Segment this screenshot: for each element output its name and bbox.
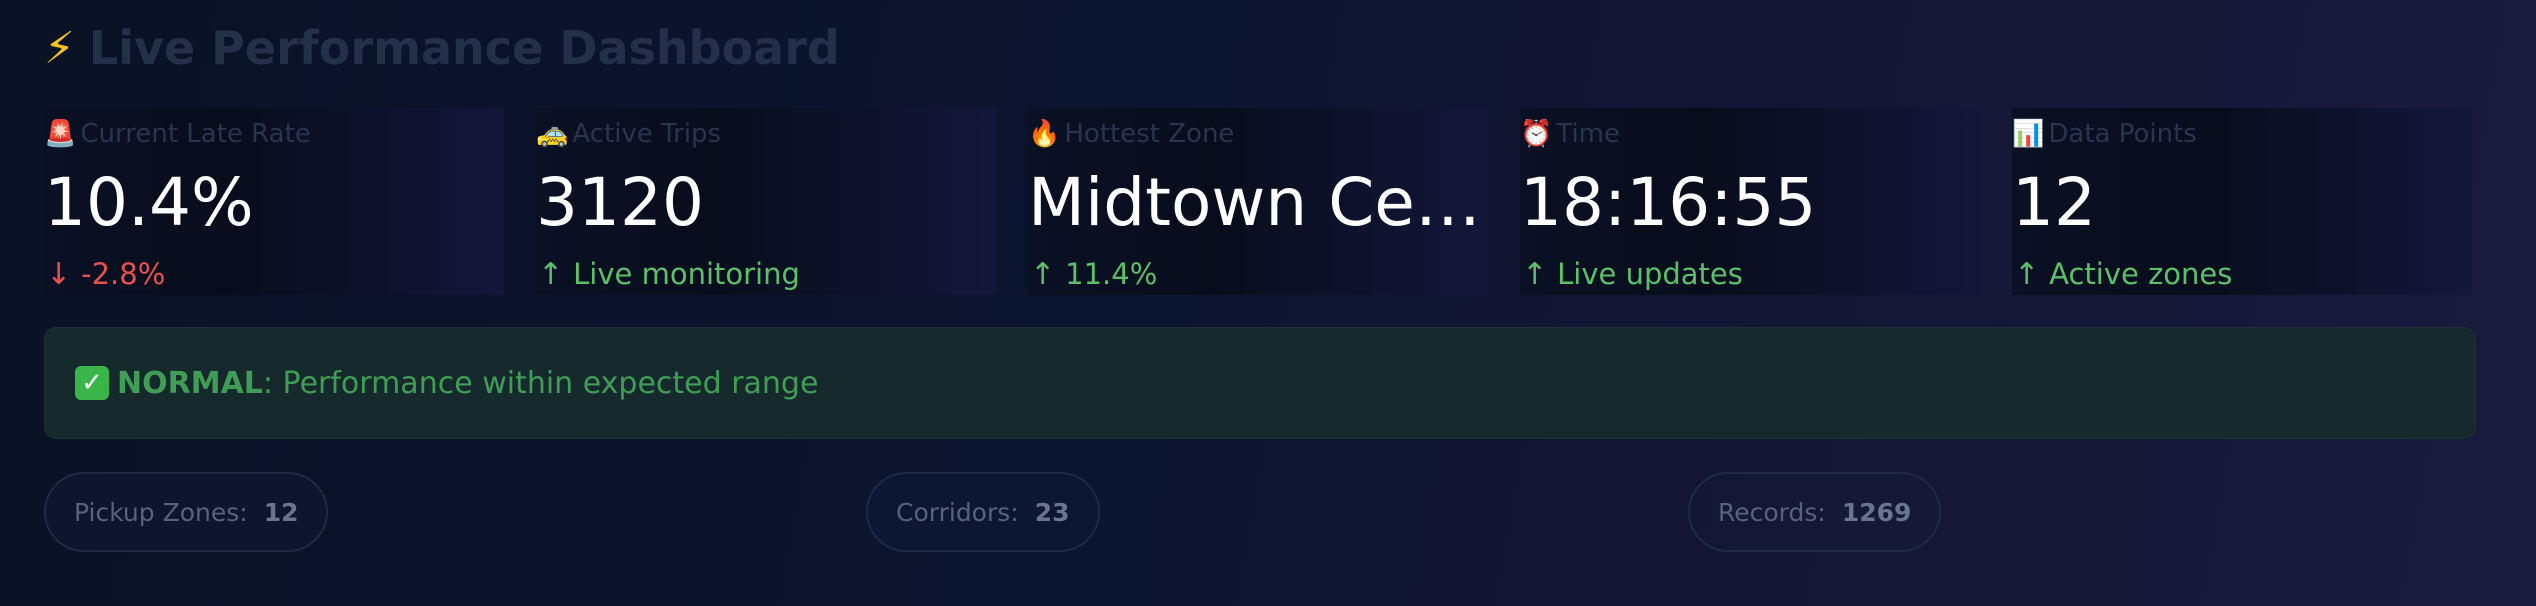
- metric-value: 10.4%: [44, 164, 254, 241]
- arrow-up-icon: ↑: [2014, 256, 2040, 292]
- metric-delta-text: 11.4%: [1065, 257, 1158, 291]
- stat-value: 23: [1034, 497, 1070, 527]
- metric-cards: 🚨 Current Late Rate 10.4% ↓ -2.8% 🚕 Acti…: [44, 108, 2472, 295]
- metric-label: ⏰ Time: [1520, 116, 1620, 152]
- metric-card-data-points: 📊 Data Points 12 ↑ Active zones: [2012, 108, 2472, 295]
- lightning-bolt-icon: ⚡: [44, 22, 75, 74]
- fire-icon: 🔥: [1028, 119, 1061, 149]
- stat-pill-pickup-zones: Pickup Zones: 12: [44, 472, 329, 552]
- metric-delta: ↓ -2.8%: [46, 256, 165, 292]
- stat-pill-records: Records: 1269: [1688, 472, 1942, 552]
- metric-delta: ↑ Active zones: [2014, 256, 2232, 292]
- metric-label-text: Current Late Rate: [80, 119, 311, 149]
- metric-label-text: Time: [1556, 119, 1621, 149]
- metric-value: 12: [2012, 164, 2096, 241]
- metric-delta-text: Active zones: [2049, 257, 2233, 291]
- alarm-clock-icon: ⏰: [1520, 119, 1553, 149]
- arrow-up-icon: ↑: [538, 256, 564, 292]
- stat-value: 1269: [1841, 497, 1912, 527]
- metric-delta: ↑ 11.4%: [1030, 256, 1157, 292]
- metric-delta-text: -2.8%: [81, 257, 166, 291]
- page-title: ⚡ Live Performance Dashboard: [44, 18, 840, 78]
- stat-label: Corridors:: [896, 497, 1019, 527]
- arrow-down-icon: ↓: [46, 256, 72, 292]
- metric-label: 🔥 Hottest Zone: [1028, 116, 1234, 152]
- stat-pill-corridors: Corridors: 23: [866, 472, 1100, 552]
- metric-delta-text: Live monitoring: [573, 257, 800, 291]
- metric-delta: ↑ Live monitoring: [538, 256, 800, 292]
- metric-card-time: ⏰ Time 18:16:55 ↑ Live updates: [1520, 108, 1980, 295]
- alert-message: : Performance within expected range: [262, 365, 819, 401]
- metric-delta-text: Live updates: [1557, 257, 1743, 291]
- status-alert: ✓ NORMAL : Performance within expected r…: [44, 327, 2476, 439]
- metric-label-text: Hottest Zone: [1064, 119, 1235, 149]
- metric-label: 📊 Data Points: [2012, 116, 2197, 152]
- taxi-icon: 🚕: [536, 119, 569, 149]
- bar-chart-icon: 📊: [2012, 119, 2045, 149]
- metric-value: 18:16:55: [1520, 164, 1817, 241]
- stat-value: 12: [263, 497, 299, 527]
- metric-card-active-trips: 🚕 Active Trips 3120 ↑ Live monitoring: [536, 108, 996, 295]
- metric-label: 🚕 Active Trips: [536, 116, 721, 152]
- metric-label-text: Active Trips: [572, 119, 722, 149]
- metric-card-late-rate: 🚨 Current Late Rate 10.4% ↓ -2.8%: [44, 108, 504, 295]
- check-mark-icon: ✓: [75, 366, 109, 400]
- metric-value: 3120: [536, 164, 704, 241]
- stat-label: Pickup Zones:: [74, 497, 248, 527]
- stat-label: Records:: [1718, 497, 1826, 527]
- dashboard-page: ⚡ Live Performance Dashboard 🚨 Current L…: [0, 0, 2536, 606]
- siren-icon: 🚨: [44, 119, 77, 149]
- arrow-up-icon: ↑: [1030, 256, 1056, 292]
- metric-value: Midtown Ce…: [1028, 164, 1481, 241]
- page-title-text: Live Performance Dashboard: [88, 21, 840, 75]
- metric-delta: ↑ Live updates: [1522, 256, 1743, 292]
- arrow-up-icon: ↑: [1522, 256, 1548, 292]
- metric-card-hottest-zone: 🔥 Hottest Zone Midtown Ce… ↑ 11.4%: [1028, 108, 1488, 295]
- alert-status: NORMAL: [117, 365, 263, 401]
- metric-label-text: Data Points: [2048, 119, 2197, 149]
- metric-label: 🚨 Current Late Rate: [44, 116, 311, 152]
